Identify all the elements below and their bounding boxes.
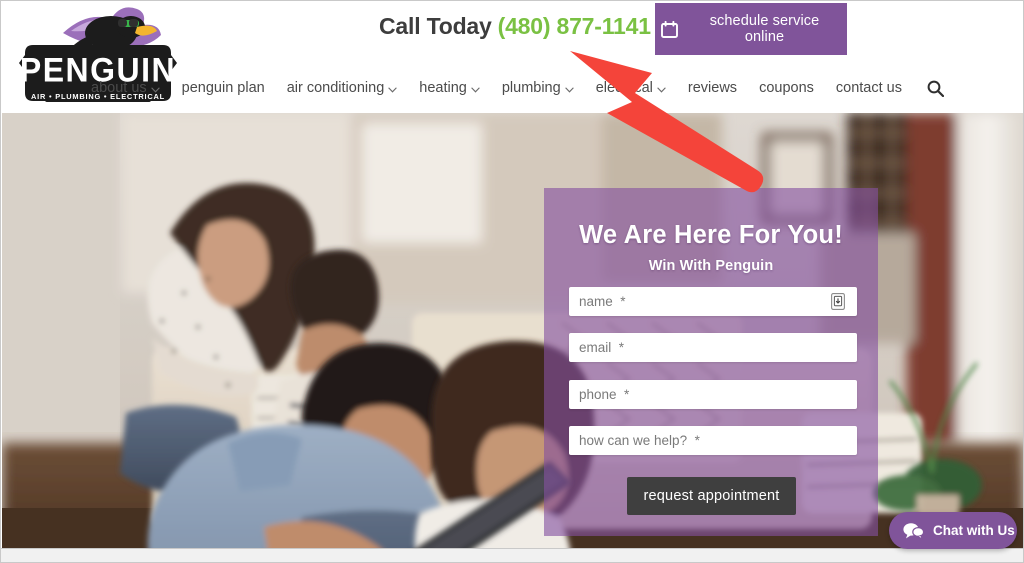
search-button[interactable]	[927, 80, 944, 97]
nav-label: electrical	[595, 80, 653, 96]
nav-item-plumbing[interactable]: plumbing	[491, 80, 585, 96]
lead-capture-form-panel: We Are Here For You! Win With Penguin re…	[544, 188, 878, 536]
contact-card-icon[interactable]	[831, 293, 845, 310]
nav-item-electrical[interactable]: electrical	[585, 80, 677, 96]
nav-item-air-conditioning[interactable]: air conditioning	[276, 80, 409, 96]
nav-item-contact-us[interactable]: contact us	[825, 80, 913, 96]
chat-with-us-widget[interactable]: Chat with Us	[889, 512, 1017, 549]
call-today-label: Call Today	[379, 13, 492, 39]
schedule-service-online-button[interactable]: schedule service online	[655, 3, 847, 55]
site-header: PENGUIN AIR • PLUMBING • ELECTRICAL Call…	[1, 1, 1023, 113]
nav-item-heating[interactable]: heating	[408, 80, 491, 96]
nav-label: air conditioning	[286, 80, 385, 96]
message-input[interactable]	[569, 426, 857, 455]
chat-bubble-icon	[903, 522, 924, 540]
chevron-down-icon	[564, 87, 574, 93]
nav-label: coupons	[759, 80, 814, 96]
chevron-down-icon	[388, 87, 398, 93]
form-title: We Are Here For You!	[579, 221, 843, 249]
nav-label: heating	[419, 80, 467, 96]
form-subtitle: Win With Penguin	[648, 258, 774, 274]
phone-number-link[interactable]: (480) 877-1141	[498, 13, 651, 39]
nav-item-penguin-plan[interactable]: penguin plan	[171, 80, 276, 96]
nav-item-about-us[interactable]: about us	[80, 80, 171, 96]
nav-label: about us	[91, 80, 147, 96]
calendar-icon	[661, 20, 678, 38]
nav-label: penguin plan	[181, 80, 265, 96]
search-icon	[927, 80, 944, 97]
main-navigation: about us penguin plan air conditioning h…	[1, 73, 1023, 103]
call-today-block: Call Today (480) 877-1141	[379, 13, 651, 40]
request-appointment-button[interactable]: request appointment	[627, 477, 796, 515]
window-bottom-chrome	[1, 548, 1023, 562]
nav-item-reviews[interactable]: reviews	[677, 80, 748, 96]
chevron-down-icon	[471, 87, 480, 93]
chevron-down-icon	[150, 87, 160, 93]
nav-label: reviews	[687, 80, 738, 96]
name-input[interactable]	[569, 287, 857, 316]
chat-widget-label: Chat with Us	[933, 523, 1015, 538]
email-input[interactable]	[569, 333, 857, 362]
browser-window: We Are Here For You! Win With Penguin re…	[0, 0, 1024, 563]
chevron-down-icon	[657, 87, 666, 93]
nav-label: contact us	[835, 80, 902, 96]
schedule-button-label: schedule service online	[709, 13, 820, 45]
phone-input[interactable]	[569, 380, 857, 409]
nav-item-coupons[interactable]: coupons	[748, 80, 825, 96]
nav-label: plumbing	[501, 80, 561, 96]
hero-section: We Are Here For You! Win With Penguin re…	[2, 113, 1023, 550]
